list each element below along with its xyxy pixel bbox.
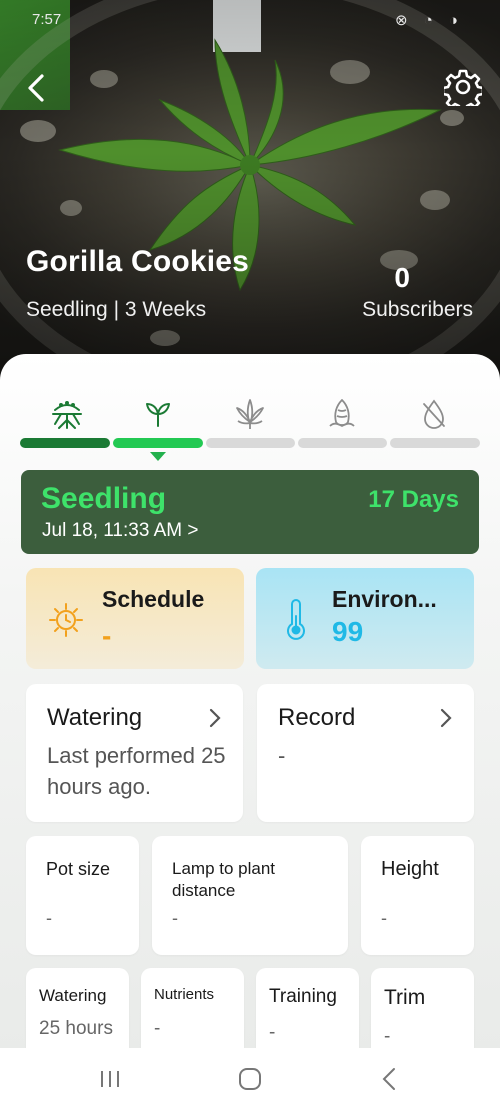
schedule-value: - (102, 620, 112, 651)
flower-bud-icon (329, 399, 355, 427)
recent-apps-icon (101, 1071, 119, 1087)
progress-segment-seedling (113, 438, 203, 448)
lamp-distance-card[interactable]: Lamp to plant distance - (152, 836, 348, 955)
metric-title: Pot size (46, 859, 111, 879)
watering-card-body: Last performed 25 hours ago. (47, 743, 226, 799)
plant-photo (0, 0, 500, 380)
stage-days: 17 Days (368, 486, 459, 513)
progress-segment-drying (390, 438, 480, 448)
chevron-right-icon (209, 708, 221, 734)
gear-icon (441, 69, 485, 113)
sun-clock-icon (49, 603, 83, 637)
schedule-tile[interactable]: Schedule - (26, 568, 244, 669)
record-card[interactable]: Record - (257, 684, 474, 822)
seedling-icon (146, 403, 170, 427)
home-icon (239, 1068, 261, 1090)
stage-seedling-button[interactable] (140, 396, 176, 432)
stage-germination-button[interactable] (49, 396, 85, 432)
recent-apps-button[interactable] (90, 1064, 130, 1094)
chevron-left-icon (382, 1068, 395, 1090)
status-bar: 7:57 ⊗ ◔ ◑ (0, 8, 500, 34)
schedule-title: Schedule (102, 586, 205, 612)
environment-tile[interactable]: Environ... 99 (256, 568, 474, 669)
watering-card-title: Watering (47, 704, 143, 731)
summary-title: Watering (39, 986, 107, 1005)
home-button[interactable] (230, 1064, 270, 1094)
environment-title: Environ... (332, 586, 437, 612)
stage-progress-bar (20, 438, 480, 448)
subscribers-count[interactable]: 0 (394, 262, 410, 294)
status-icons: ⊗ ◔ ◑ (394, 12, 464, 29)
summary-title: Training (269, 986, 337, 1007)
stage-flowering-button[interactable] (324, 396, 360, 432)
stage-vegetative-button[interactable] (232, 396, 268, 432)
photo-shade (0, 0, 500, 380)
stage-selector (20, 396, 480, 436)
summary-title: Trim (384, 986, 426, 1009)
summary-value: - (269, 1022, 276, 1043)
cannabis-leaf-icon (236, 399, 264, 429)
metric-value: - (172, 908, 178, 928)
record-card-title: Record (278, 704, 356, 731)
current-stage-card[interactable]: Seedling 17 Days Jul 18, 11:33 AM > (21, 470, 479, 554)
plant-name: Gorilla Cookies (26, 245, 250, 278)
thermometer-icon (287, 599, 305, 640)
system-back-button[interactable] (370, 1064, 410, 1094)
summary-title: Nutrients (154, 986, 215, 1003)
metric-value: - (46, 908, 52, 928)
environment-value: 99 (332, 616, 364, 647)
stage-drying-button[interactable] (416, 396, 452, 432)
settings-button[interactable] (441, 68, 485, 113)
summary-value: 25 hours (39, 1018, 113, 1039)
summary-value: - (384, 1026, 391, 1047)
progress-segment-flowering (298, 438, 387, 448)
germination-icon (52, 401, 82, 429)
height-card[interactable]: Height - (361, 836, 474, 955)
system-navigation-bar (0, 1048, 500, 1111)
current-stage-pointer (150, 452, 166, 461)
chevron-right-icon (440, 708, 452, 734)
pot-size-card[interactable]: Pot size - (26, 836, 139, 955)
stage-start-date[interactable]: Jul 18, 11:33 AM > (42, 520, 199, 542)
status-time: 7:57 (32, 11, 62, 28)
progress-segment-germination (20, 438, 110, 448)
watering-card[interactable]: Watering Last performed 25 hours ago. (26, 684, 243, 822)
summary-value: - (154, 1018, 161, 1039)
record-card-body: - (278, 743, 286, 768)
metric-title: Height (381, 858, 439, 880)
metric-value: - (381, 908, 387, 928)
subscribers-label[interactable]: Subscribers (362, 298, 473, 322)
stage-name: Seedling (41, 482, 167, 515)
chevron-left-icon (28, 74, 44, 102)
back-button[interactable] (22, 70, 54, 106)
metric-title: Lamp to plant distance (172, 859, 276, 900)
no-water-drop-icon (423, 399, 445, 429)
progress-segment-vegetative (206, 438, 295, 448)
plant-stage-age: Seedling | 3 Weeks (26, 298, 207, 321)
